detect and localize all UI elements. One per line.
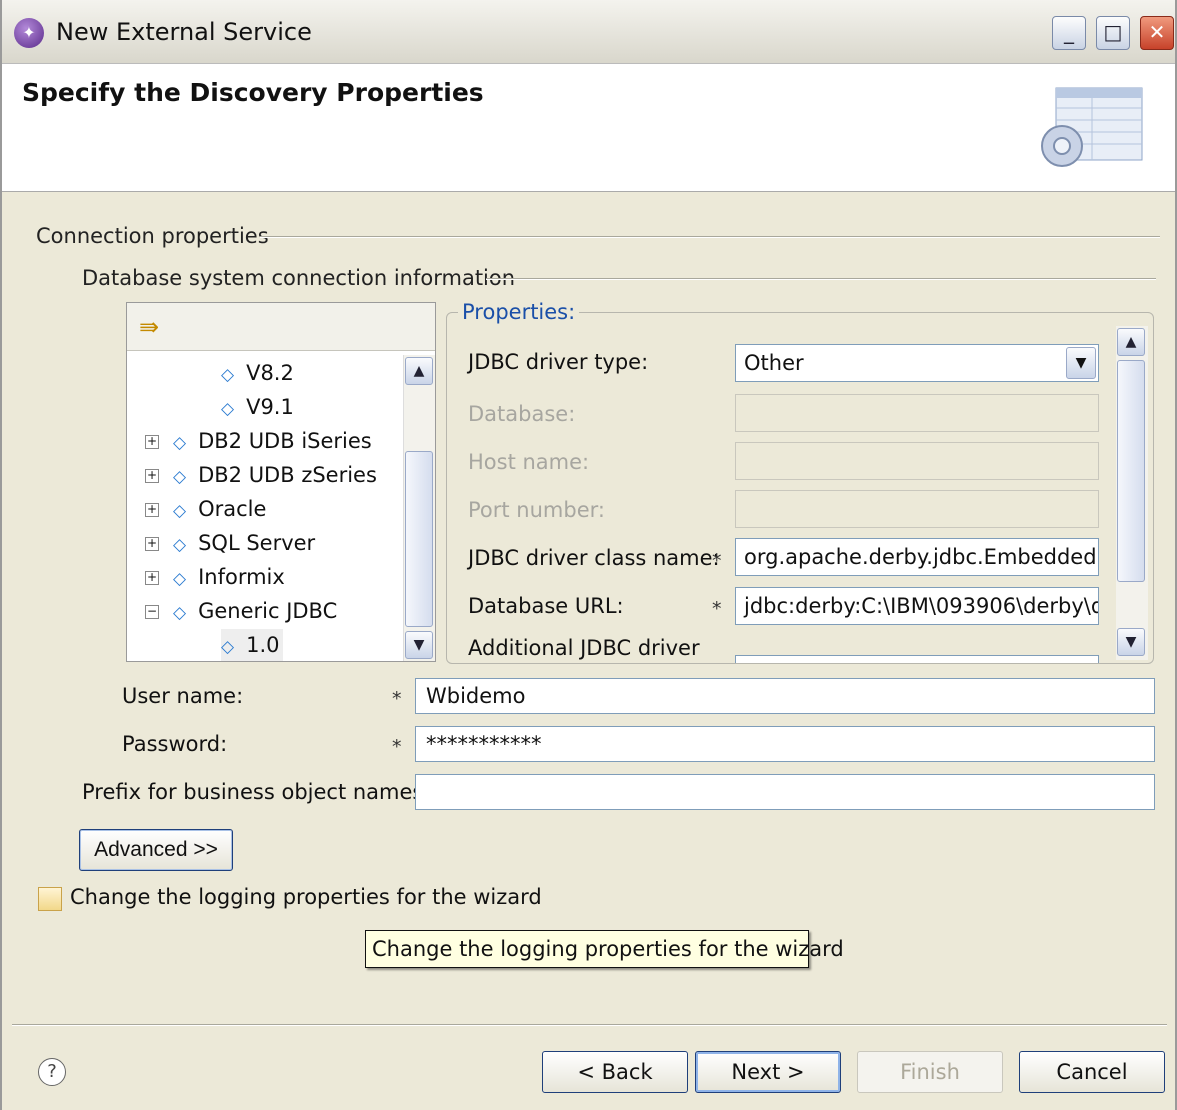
diamond-icon: ◇ [221,637,235,657]
back-button[interactable]: < Back [542,1051,688,1093]
prefix-label: Prefix for business object names: [82,780,431,804]
driver-class-input[interactable]: org.apache.derby.jdbc.EmbeddedDr [735,538,1099,576]
required-marker: * [392,688,402,710]
password-label: Password: [122,732,228,756]
port-number-label: Port number: [468,498,605,522]
next-button[interactable]: Next > [695,1051,841,1093]
collapse-all-icon[interactable]: ⇛ [139,313,159,341]
required-marker: * [392,736,402,758]
minimize-button[interactable]: _ [1052,16,1086,50]
driver-type-select[interactable]: Other ▼ [735,344,1099,382]
diamond-icon: ◇ [221,365,235,385]
tree-item-v8-2[interactable]: ◇ V8.2 [221,357,294,389]
properties-scrollbar[interactable]: ▲ ▼ [1116,326,1148,660]
wizard-window: ✦ New External Service _ □ ✕ Specify the… [0,0,1177,1110]
scroll-down-button[interactable]: ▼ [405,631,433,659]
expand-icon[interactable]: + [145,435,159,449]
password-input[interactable]: *********** [415,726,1155,762]
diamond-icon: ◇ [173,535,187,555]
properties-title: Properties: [458,300,580,324]
database-url-input[interactable]: jdbc:derby:C:\IBM\093906\derby\da [735,587,1099,625]
logging-checkbox-label[interactable]: Change the logging properties for the wi… [70,885,542,909]
prefix-input[interactable] [415,774,1155,810]
maximize-button[interactable]: □ [1096,16,1130,50]
title-bar: ✦ New External Service _ □ ✕ [2,0,1175,64]
tree-scrollbar[interactable]: ▲ ▼ [403,355,435,661]
tree-item-sql-server[interactable]: + ◇ SQL Server [145,527,315,559]
tree-item-db2-zseries[interactable]: + ◇ DB2 UDB zSeries [145,459,377,491]
database-tree[interactable]: ⇛ ◇ V8.2 ◇ V9.1 + ◇ DB2 UDB iSeries + ◇ DB2 UD… [126,302,436,662]
scroll-down-button[interactable]: ▼ [1117,628,1145,656]
diamond-icon: ◇ [173,569,187,589]
user-name-input[interactable]: Wbidemo [415,678,1155,714]
collapse-icon[interactable]: − [145,605,159,619]
scroll-thumb[interactable] [405,451,433,627]
diamond-icon: ◇ [173,433,187,453]
host-name-field [735,442,1099,480]
expand-icon[interactable]: + [145,537,159,551]
driver-class-label: JDBC driver class name: [468,546,720,570]
database-field [735,394,1099,432]
required-marker: * [712,598,722,620]
required-marker: * [712,550,722,572]
tree-item-oracle[interactable]: + ◇ Oracle [145,493,266,525]
database-connection-heading: Database system connection information [82,266,516,290]
divider [260,236,1160,238]
host-name-label: Host name: [468,450,590,474]
expand-icon[interactable]: + [145,469,159,483]
database-settings-icon [1041,87,1143,167]
expand-icon[interactable]: + [145,571,159,585]
help-icon[interactable]: ? [38,1058,66,1086]
logging-checkbox[interactable] [38,887,62,911]
footer-divider [12,1024,1167,1026]
page-title: Specify the Discovery Properties [22,78,484,107]
additional-driver-input[interactable] [735,655,1099,663]
tree-item-db2-iseries[interactable]: + ◇ DB2 UDB iSeries [145,425,372,457]
additional-driver-label: Additional JDBC driver [468,636,700,660]
divider [486,278,1156,280]
diamond-icon: ◇ [221,399,235,419]
app-icon: ✦ [14,18,44,48]
scroll-up-button[interactable]: ▲ [405,357,433,385]
advanced-button[interactable]: Advanced >> [79,829,233,871]
database-label: Database: [468,402,576,426]
diamond-icon: ◇ [173,603,187,623]
chevron-down-icon[interactable]: ▼ [1066,347,1096,379]
diamond-icon: ◇ [173,501,187,521]
tree-item-v9-1[interactable]: ◇ V9.1 [221,391,294,423]
driver-type-label: JDBC driver type: [468,350,649,374]
expand-icon[interactable]: + [145,503,159,517]
window-title: New External Service [56,18,312,46]
connection-properties-heading: Connection properties [36,224,269,248]
tree-toolbar: ⇛ [127,303,435,351]
close-button[interactable]: ✕ [1140,16,1174,50]
wizard-banner: Specify the Discovery Properties [2,64,1175,192]
scroll-up-button[interactable]: ▲ [1117,328,1145,356]
finish-button: Finish [857,1051,1003,1093]
database-url-label: Database URL: [468,594,624,618]
tree-item-1-0[interactable]: ◇ 1.0 [221,629,284,661]
diamond-icon: ◇ [173,467,187,487]
user-name-label: User name: [122,684,244,708]
tree-item-generic-jdbc[interactable]: − ◇ Generic JDBC [145,595,337,627]
tooltip: Change the logging properties for the wi… [365,930,844,968]
cancel-button[interactable]: Cancel [1019,1051,1165,1093]
scroll-thumb[interactable] [1117,360,1145,582]
tree-item-informix[interactable]: + ◇ Informix [145,561,285,593]
port-number-field [735,490,1099,528]
